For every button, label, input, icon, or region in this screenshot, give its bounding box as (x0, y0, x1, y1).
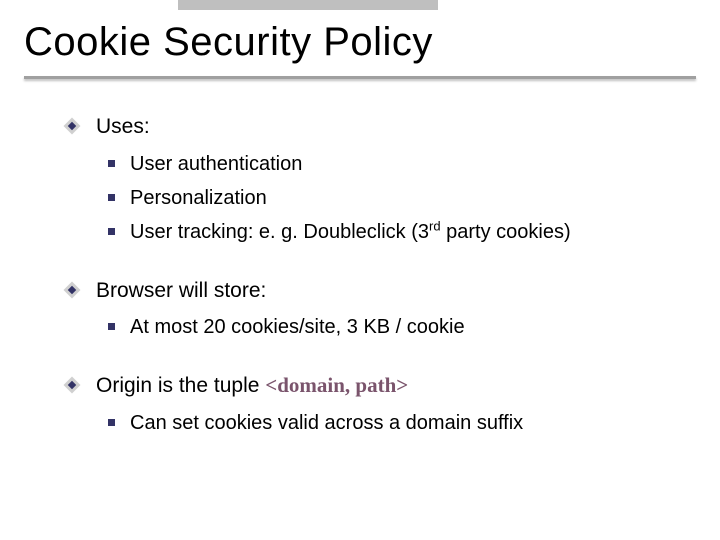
slide: Cookie Security Policy Uses: User authen… (0, 0, 720, 540)
square-bullet-icon (108, 228, 115, 235)
square-bullet-icon (108, 194, 115, 201)
bullet-l2-text: Can set cookies valid across a domain su… (130, 412, 523, 434)
bullet-l2: Can set cookies valid across a domain su… (130, 407, 696, 439)
bullet-l1: Uses: (96, 110, 696, 144)
tuple-accent-text: <domain, path> (265, 373, 408, 397)
slide-title: Cookie Security Policy (24, 20, 433, 65)
square-bullet-icon (108, 419, 115, 426)
bullet-l2: At most 20 cookies/site, 3 KB / cookie (130, 311, 696, 343)
bullet-l1: Origin is the tuple <domain, path> (96, 369, 696, 403)
bullet-l2-text: Personalization (130, 187, 267, 209)
diamond-bullet-icon (66, 284, 78, 296)
bullet-l1-text: Browser will store: (96, 279, 266, 302)
bullet-l2-text: At most 20 cookies/site, 3 KB / cookie (130, 316, 465, 338)
bullet-l2: Personalization (130, 182, 696, 214)
bullet-group-browser: Browser will store: At most 20 cookies/s… (60, 274, 696, 344)
bullet-l2-text-prefix: User tracking: e. g. Doubleclick (3 (130, 221, 429, 243)
ordinal-superscript: rd (429, 218, 441, 233)
top-accent-bar (178, 0, 438, 10)
bullet-l2-text-suffix: party cookies) (441, 221, 571, 243)
bullet-l2-text: User authentication (130, 153, 302, 175)
bullet-group-uses: Uses: User authentication Personalizatio… (60, 110, 696, 248)
bullet-l2: User authentication (130, 148, 696, 180)
square-bullet-icon (108, 323, 115, 330)
bullet-group-origin: Origin is the tuple <domain, path> Can s… (60, 369, 696, 439)
slide-content: Uses: User authentication Personalizatio… (60, 110, 696, 465)
diamond-bullet-icon (66, 379, 78, 391)
title-underline (24, 76, 696, 79)
square-bullet-icon (108, 160, 115, 167)
bullet-l1-text: Uses: (96, 115, 150, 138)
bullet-l2: User tracking: e. g. Doubleclick (3rd pa… (130, 216, 696, 248)
diamond-bullet-icon (66, 120, 78, 132)
bullet-l1-text-prefix: Origin is the tuple (96, 374, 265, 397)
bullet-l1: Browser will store: (96, 274, 696, 308)
